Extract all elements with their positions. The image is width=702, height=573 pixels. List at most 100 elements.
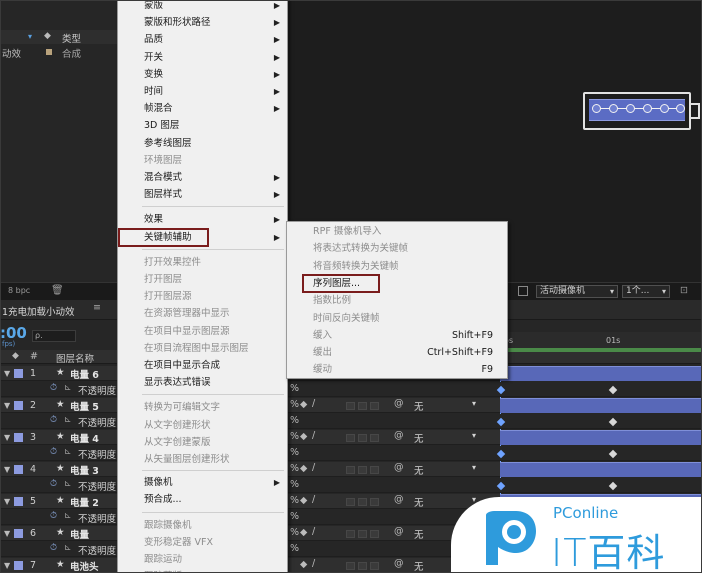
- graph-icon[interactable]: ⊾: [64, 511, 72, 521]
- twirl-down-icon[interactable]: ▼: [4, 433, 10, 442]
- layer-duration-bar[interactable]: [500, 430, 702, 445]
- twirl-down-icon[interactable]: ▼: [4, 465, 10, 474]
- project-item-row[interactable]: 动效 合成: [0, 46, 118, 60]
- camera-select[interactable]: 活动摄像机 ▾: [536, 285, 618, 298]
- tab-menu-icon[interactable]: ≡: [93, 302, 101, 313]
- path-point[interactable]: [626, 104, 635, 113]
- menu-item-1[interactable]: 蒙版 ▶: [118, 0, 287, 14]
- property-value[interactable]: %: [290, 415, 299, 426]
- menu-item-7[interactable]: 帧混合 ▶: [118, 100, 287, 117]
- graph-icon[interactable]: ⊾: [64, 383, 72, 393]
- layer-name[interactable]: 电量 2: [70, 495, 99, 509]
- twirl-down-icon[interactable]: ▼: [4, 369, 10, 378]
- menu-item-6[interactable]: 时间 ▶: [118, 83, 287, 100]
- parent-select[interactable]: 无▾: [414, 431, 480, 445]
- switch-adjustment[interactable]: [358, 466, 367, 474]
- menu-item-17[interactable]: 打开图层源: [118, 288, 287, 305]
- menu-item-25[interactable]: 从文字创建蒙版: [118, 434, 287, 451]
- quality-slash-icon[interactable]: /: [312, 494, 315, 505]
- menu-item-19[interactable]: 在项目中显示图层源: [118, 323, 287, 340]
- path-point[interactable]: [592, 104, 601, 113]
- menu-item-28[interactable]: 预合成...: [118, 491, 287, 508]
- submenu-item-9[interactable]: 缓动 F9: [287, 361, 507, 378]
- view-options-icon[interactable]: ⊡: [680, 285, 688, 296]
- graph-icon[interactable]: ⊾: [64, 479, 72, 489]
- work-area-bar[interactable]: [500, 348, 702, 352]
- grid-toggle-icon[interactable]: [518, 286, 528, 296]
- stopwatch-icon[interactable]: ⏱: [50, 511, 57, 521]
- layer-label-color[interactable]: [14, 529, 23, 538]
- switch-adjustment[interactable]: [358, 530, 367, 538]
- graph-icon[interactable]: ⊾: [64, 447, 72, 457]
- column-layer-name-label[interactable]: 图层名称: [56, 351, 94, 365]
- quality-slash-icon[interactable]: /: [312, 430, 315, 441]
- stopwatch-icon[interactable]: ⏱: [50, 479, 57, 489]
- menu-item-20[interactable]: 在项目流程图中显示图层: [118, 340, 287, 357]
- menu-item-12[interactable]: 图层样式 ▶: [118, 186, 287, 203]
- menu-item-30[interactable]: 变形稳定器 VFX: [118, 534, 287, 551]
- menu-item-26[interactable]: 从矢量图层创建形状: [118, 451, 287, 468]
- menu-item-3[interactable]: 品质 ▶: [118, 31, 287, 48]
- parent-pickwhip-icon[interactable]: @: [394, 494, 404, 505]
- property-row[interactable]: ⏱ ⊾ 不透明度%: [0, 382, 702, 397]
- switch-3d[interactable]: [370, 498, 379, 506]
- path-point[interactable]: [609, 104, 618, 113]
- switch-motion-blur[interactable]: [346, 562, 355, 570]
- menu-item-9[interactable]: 参考线图层: [118, 135, 287, 152]
- switch-adjustment[interactable]: [358, 498, 367, 506]
- menu-item-18[interactable]: 在资源管理器中显示: [118, 305, 287, 322]
- submenu-item-3[interactable]: 将音频转换为关键帧: [287, 258, 507, 275]
- solo-toggle-icon[interactable]: ◆: [300, 463, 307, 474]
- parent-select[interactable]: 无▾: [414, 463, 480, 477]
- submenu-item-7[interactable]: 缓入 Shift+F9: [287, 327, 507, 344]
- solo-toggle-icon[interactable]: ◆: [300, 559, 307, 570]
- layer-label-color[interactable]: [14, 369, 23, 378]
- switch-motion-blur[interactable]: [346, 466, 355, 474]
- menu-item-29[interactable]: 跟踪摄像机: [118, 517, 287, 534]
- quality-slash-icon[interactable]: /: [312, 526, 315, 537]
- view-layout-select[interactable]: 1个... ▾: [622, 285, 670, 298]
- layer-label-color[interactable]: [14, 401, 23, 410]
- trash-icon[interactable]: 🗑: [51, 285, 64, 296]
- menu-item-22[interactable]: 显示表达式错误: [118, 374, 287, 391]
- menu-item-32[interactable]: 跟踪蒙版: [118, 568, 287, 573]
- solo-toggle-icon[interactable]: ◆: [300, 399, 307, 410]
- menu-item-10[interactable]: 环境图层: [118, 152, 287, 169]
- layer-name[interactable]: 电量 6: [70, 367, 99, 381]
- menu-item-5[interactable]: 变换 ▶: [118, 66, 287, 83]
- submenu-item-1[interactable]: RPF 摄像机导入: [287, 223, 507, 240]
- menu-item-13[interactable]: 效果 ▶: [118, 211, 287, 228]
- switch-adjustment[interactable]: [358, 402, 367, 410]
- color-depth-label[interactable]: 8 bpc: [8, 286, 30, 295]
- menu-item-21[interactable]: 在项目中显示合成: [118, 357, 287, 374]
- quality-slash-icon[interactable]: /: [312, 398, 315, 409]
- switch-motion-blur[interactable]: [346, 498, 355, 506]
- quality-slash-icon[interactable]: /: [312, 558, 315, 569]
- property-value[interactable]: %: [290, 447, 299, 458]
- property-row[interactable]: ⏱ ⊾ 不透明度%: [0, 478, 702, 493]
- path-point[interactable]: [643, 104, 652, 113]
- layer-name[interactable]: 电量 5: [70, 399, 99, 413]
- switch-motion-blur[interactable]: [346, 530, 355, 538]
- submenu-item-2[interactable]: 将表达式转换为关键帧: [287, 240, 507, 257]
- switch-3d[interactable]: [370, 434, 379, 442]
- property-row[interactable]: ⏱ ⊾ 不透明度%: [0, 446, 702, 461]
- layer-duration-bar[interactable]: [500, 462, 702, 477]
- layer-name[interactable]: 电量: [70, 527, 89, 541]
- graph-icon[interactable]: ⊾: [64, 415, 72, 425]
- layer-search-input[interactable]: ρ.: [32, 330, 76, 342]
- submenu-item-6[interactable]: 时间反向关键帧: [287, 310, 507, 327]
- path-point[interactable]: [660, 104, 669, 113]
- parent-pickwhip-icon[interactable]: @: [394, 430, 404, 441]
- layer-label-color[interactable]: [14, 497, 23, 506]
- property-value[interactable]: %: [290, 543, 299, 554]
- menu-item-16[interactable]: 打开图层: [118, 271, 287, 288]
- twirl-down-icon[interactable]: ▼: [4, 561, 10, 570]
- stopwatch-icon[interactable]: ⏱: [50, 415, 57, 425]
- layer-name[interactable]: 电量 4: [70, 431, 99, 445]
- parent-pickwhip-icon[interactable]: @: [394, 526, 404, 537]
- stopwatch-icon[interactable]: ⏱: [50, 383, 57, 393]
- switch-motion-blur[interactable]: [346, 434, 355, 442]
- parent-select[interactable]: 无▾: [414, 399, 480, 413]
- menu-item-8[interactable]: 3D 图层: [118, 117, 287, 134]
